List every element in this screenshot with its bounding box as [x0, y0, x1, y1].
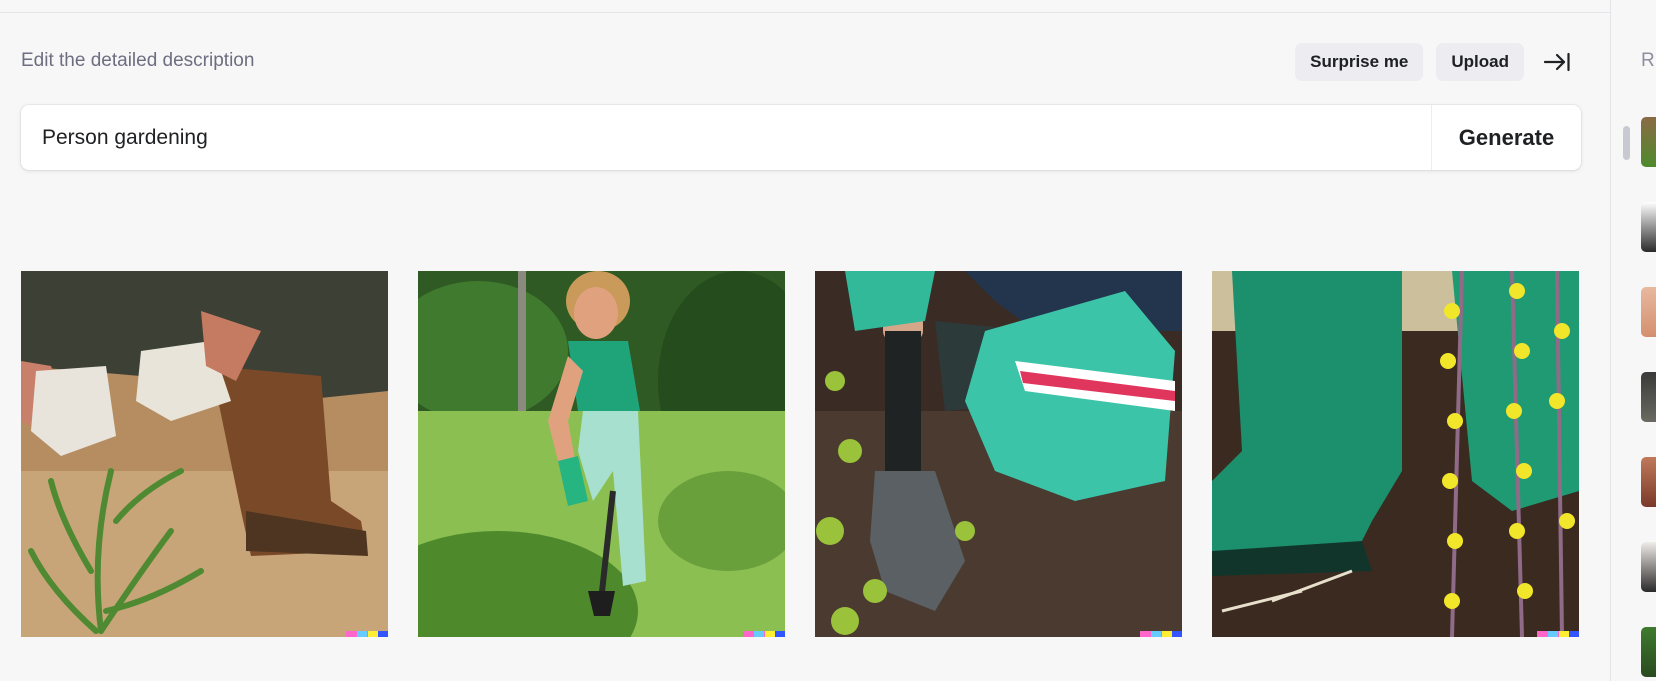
result-image-2[interactable]	[418, 271, 785, 637]
main-panel: Edit the detailed description Surprise m…	[0, 0, 1610, 681]
edit-description-label: Edit the detailed description	[21, 50, 255, 71]
surprise-me-button[interactable]: Surprise me	[1295, 43, 1424, 81]
history-thumbnail[interactable]	[1641, 202, 1656, 252]
header-actions: Surprise me Upload	[1295, 43, 1577, 81]
result-image-4[interactable]	[1212, 271, 1579, 637]
result-image-1[interactable]	[21, 271, 388, 637]
gardening-image-2	[418, 271, 785, 637]
generate-button[interactable]: Generate	[1432, 105, 1581, 170]
history-sidebar: R	[1610, 0, 1656, 681]
prompt-bar: Generate	[21, 105, 1581, 170]
results-grid	[21, 271, 1581, 637]
history-thumbnail[interactable]	[1641, 117, 1656, 167]
history-thumbnail[interactable]	[1641, 287, 1656, 337]
sidebar-title: R	[1641, 50, 1655, 71]
header-row: Edit the detailed description Surprise m…	[21, 42, 1581, 82]
gardening-image-3	[815, 271, 1182, 637]
gardening-image-4	[1212, 271, 1579, 637]
result-image-3[interactable]	[815, 271, 1182, 637]
top-divider	[0, 12, 1610, 13]
gardening-image-1	[21, 271, 388, 637]
history-thumbnail[interactable]	[1641, 542, 1656, 592]
arrow-right-to-bar-icon	[1544, 52, 1570, 72]
prompt-input[interactable]	[21, 105, 1431, 170]
upload-button[interactable]: Upload	[1436, 43, 1524, 81]
history-thumbnail[interactable]	[1641, 627, 1656, 677]
history-thumbnail[interactable]	[1641, 457, 1656, 507]
collapse-sidebar-button[interactable]	[1537, 43, 1577, 81]
sidebar-scrollbar[interactable]	[1623, 126, 1630, 160]
history-thumbnail[interactable]	[1641, 372, 1656, 422]
